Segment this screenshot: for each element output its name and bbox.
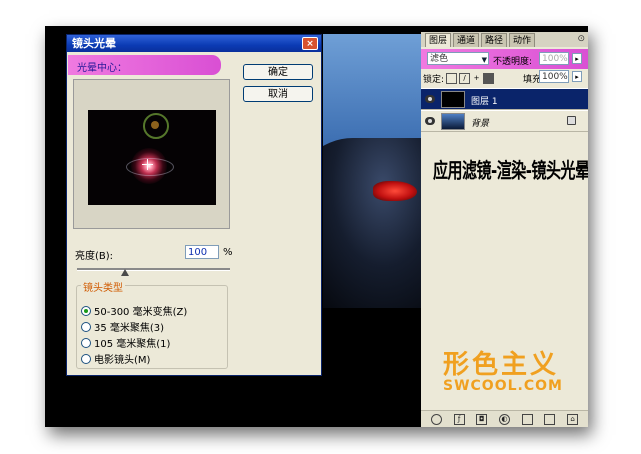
- lock-transparent-icon[interactable]: [446, 73, 458, 84]
- panel-tabs: 图层 通道 路径 动作 ⊙: [421, 32, 588, 47]
- panel-menu-icon[interactable]: ⊙: [577, 34, 585, 44]
- layers-panel: 图层 通道 路径 动作 ⊙ 滤色 ▼ 不透明度: 100% ▸ 锁定: / + …: [421, 32, 588, 427]
- fill-arrow-icon[interactable]: ▸: [572, 71, 582, 82]
- brightness-label: 亮度(B):: [75, 251, 114, 262]
- flare-dot-orange: [151, 121, 159, 129]
- trash-icon[interactable]: ⌂: [567, 413, 579, 425]
- lock-move-icon[interactable]: +: [472, 74, 481, 83]
- logo-chinese: 形色主义: [443, 350, 560, 380]
- tutorial-caption: 应用滤镜-渲染-镜头光晕: [433, 158, 588, 183]
- lens-type-option-4[interactable]: 电影镜头(M): [81, 351, 150, 366]
- layer-name: 图层 1: [471, 97, 498, 107]
- brightness-slider[interactable]: [77, 268, 230, 271]
- opacity-label: 不透明度:: [493, 57, 533, 67]
- link-icon[interactable]: [430, 413, 442, 425]
- fx-icon[interactable]: ƒ: [453, 413, 465, 425]
- eye-icon[interactable]: [425, 95, 435, 103]
- flare-center-label: 光晕中心：: [77, 63, 127, 74]
- radio-icon[interactable]: [81, 337, 91, 348]
- blend-mode-select[interactable]: 滤色 ▼: [427, 52, 489, 65]
- car-taillight: [373, 181, 417, 201]
- lens-type-option-label: 105 毫米聚焦(1): [94, 339, 171, 350]
- mask-icon[interactable]: ◘: [476, 413, 488, 425]
- lock-icon[interactable]: [483, 73, 495, 84]
- lens-type-option-label: 35 毫米聚焦(3): [94, 323, 165, 334]
- opacity-arrow-icon[interactable]: ▸: [572, 53, 582, 64]
- folder-icon[interactable]: [521, 413, 533, 425]
- lens-type-label: 镜头类型: [81, 279, 125, 294]
- chevron-down-icon: ▼: [481, 56, 487, 64]
- layer-thumbnail: [441, 91, 465, 108]
- car-image: [323, 138, 421, 328]
- close-icon[interactable]: ×: [302, 37, 318, 50]
- flare-preview[interactable]: [88, 110, 216, 205]
- layer-row[interactable]: 图层 1: [421, 88, 588, 110]
- layers-toolbar: ƒ ◘ ◐ ⌂: [421, 410, 588, 427]
- lens-type-option-3[interactable]: 105 毫米聚焦(1): [81, 335, 170, 350]
- car-shadow: [323, 308, 421, 347]
- adjustment-icon[interactable]: ◐: [498, 413, 510, 425]
- new-layer-icon[interactable]: [544, 413, 556, 425]
- brightness-input[interactable]: 100: [185, 245, 219, 259]
- lens-type-option-1[interactable]: 50-300 毫米变焦(Z): [81, 303, 187, 318]
- dialog-title: 镜头光晕: [72, 37, 116, 50]
- lens-type-option-label: 电影镜头(M): [94, 355, 151, 366]
- tab-channels[interactable]: 通道: [453, 33, 480, 47]
- lens-type-option-label: 50-300 毫米变焦(Z): [94, 307, 188, 318]
- tab-paths[interactable]: 路径: [481, 33, 508, 47]
- lens-flare-dialog: 镜头光晕 × 光晕中心： 确定 取消 亮度(B): 100 % 镜头类型 50-: [66, 34, 322, 376]
- cancel-button[interactable]: 取消: [243, 86, 313, 102]
- flare-streak: [126, 158, 174, 176]
- lock-row: 锁定: / +: [423, 72, 495, 85]
- tab-layers[interactable]: 图层: [425, 33, 452, 47]
- flare-preview-frame: [73, 79, 230, 229]
- lens-type-option-2[interactable]: 35 毫米聚焦(3): [81, 319, 164, 334]
- layer-name: 背景: [471, 119, 490, 129]
- canvas-photo[interactable]: [323, 34, 421, 347]
- radio-selected-icon[interactable]: [81, 305, 91, 316]
- logo-english: SWCOOL.COM: [443, 378, 563, 394]
- layer-row[interactable]: 背景: [421, 110, 588, 132]
- photoshop-workspace: 镜头光晕 × 光晕中心： 确定 取消 亮度(B): 100 % 镜头类型 50-: [45, 26, 588, 427]
- eye-icon[interactable]: [425, 117, 435, 125]
- lock-label: 锁定:: [423, 75, 445, 85]
- opacity-input[interactable]: 100%: [539, 52, 569, 65]
- fill-input[interactable]: 100%: [539, 70, 569, 83]
- lock-icon: [567, 116, 576, 125]
- radio-icon[interactable]: [81, 321, 91, 332]
- flare-crosshair-h: [142, 164, 153, 165]
- tab-actions[interactable]: 动作: [509, 33, 536, 47]
- layer-thumbnail: [441, 113, 465, 130]
- brightness-unit: %: [223, 247, 233, 258]
- lock-brush-icon[interactable]: /: [459, 73, 471, 84]
- radio-icon[interactable]: [81, 353, 91, 364]
- brightness-slider-thumb[interactable]: [121, 269, 129, 276]
- ok-button[interactable]: 确定: [243, 64, 313, 80]
- blend-mode-value: 滤色: [430, 54, 449, 64]
- dialog-title-bar[interactable]: 镜头光晕 ×: [67, 35, 321, 52]
